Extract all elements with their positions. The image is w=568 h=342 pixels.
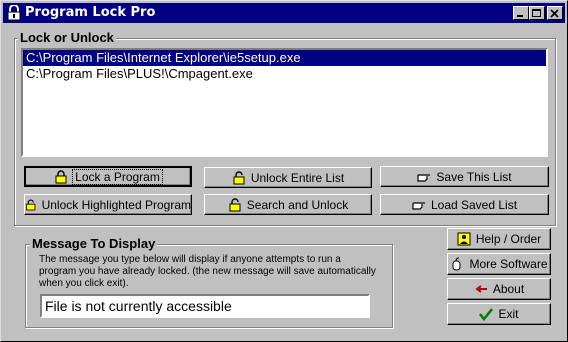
green-check-icon: [479, 308, 494, 321]
title-bar[interactable]: Program Lock Pro: [3, 3, 565, 23]
list-item[interactable]: C:\Program Files\PLUS!\Cmpagent.exe: [23, 66, 546, 82]
save-list-button[interactable]: Save This List: [380, 166, 549, 187]
program-lock-window: Program Lock Pro Lock or Unlock C:\Progr…: [0, 0, 568, 342]
close-icon: [550, 9, 559, 18]
load-saved-list-label: Load Saved List: [430, 197, 518, 212]
lock-program-button[interactable]: Lock a Program: [24, 166, 192, 187]
locked-programs-list[interactable]: C:\Program Files\Internet Explorer\ie5se…: [21, 48, 548, 157]
maximize-icon: [532, 9, 541, 17]
unlock-entire-list-button[interactable]: Unlock Entire List: [204, 167, 372, 188]
lock-program-label: Lock a Program: [72, 168, 163, 185]
unlocked-padlock-icon: [26, 198, 36, 210]
help-order-button[interactable]: Help / Order: [447, 228, 551, 250]
exit-button[interactable]: Exit: [447, 303, 551, 325]
about-button[interactable]: About: [447, 278, 551, 300]
lock-unlock-label: Lock or Unlock: [18, 30, 116, 45]
help-person-icon: [457, 232, 471, 246]
pointing-hand-icon: [417, 173, 431, 182]
load-saved-list-button[interactable]: Load Saved List: [380, 194, 549, 215]
red-arrow-icon: [475, 285, 487, 293]
more-software-label: More Software: [469, 257, 548, 271]
list-item[interactable]: C:\Program Files\Internet Explorer\ie5se…: [23, 50, 546, 66]
save-list-label: Save This List: [436, 169, 512, 184]
message-input[interactable]: File is not currently accessible: [40, 294, 370, 318]
help-order-label: Help / Order: [475, 232, 542, 246]
unlocked-padlock-icon: [233, 170, 245, 184]
search-and-unlock-button[interactable]: Search and Unlock: [204, 194, 372, 215]
unlocked-padlock-icon: [229, 197, 241, 211]
pointing-hand-icon: [412, 201, 425, 210]
unlock-highlighted-button[interactable]: Unlock Highlighted Program: [24, 194, 192, 215]
search-and-unlock-label: Search and Unlock: [246, 197, 349, 212]
maximize-button[interactable]: [529, 6, 545, 20]
unlock-entire-list-label: Unlock Entire List: [250, 170, 345, 185]
padlock-icon: [7, 5, 21, 21]
padlock-icon: [55, 169, 67, 183]
window-title: Program Lock Pro: [25, 5, 156, 20]
about-label: About: [492, 282, 525, 296]
minimize-button[interactable]: [513, 6, 529, 20]
more-software-button[interactable]: More Software: [447, 253, 551, 275]
exit-label: Exit: [498, 307, 519, 321]
message-group-label: Message To Display: [30, 236, 158, 251]
minimize-icon: [517, 15, 523, 17]
mouse-icon: [452, 257, 461, 271]
unlock-highlighted-label: Unlock Highlighted Program: [41, 197, 191, 212]
message-description: The message you type below will display …: [39, 254, 376, 289]
close-button[interactable]: [547, 6, 563, 20]
